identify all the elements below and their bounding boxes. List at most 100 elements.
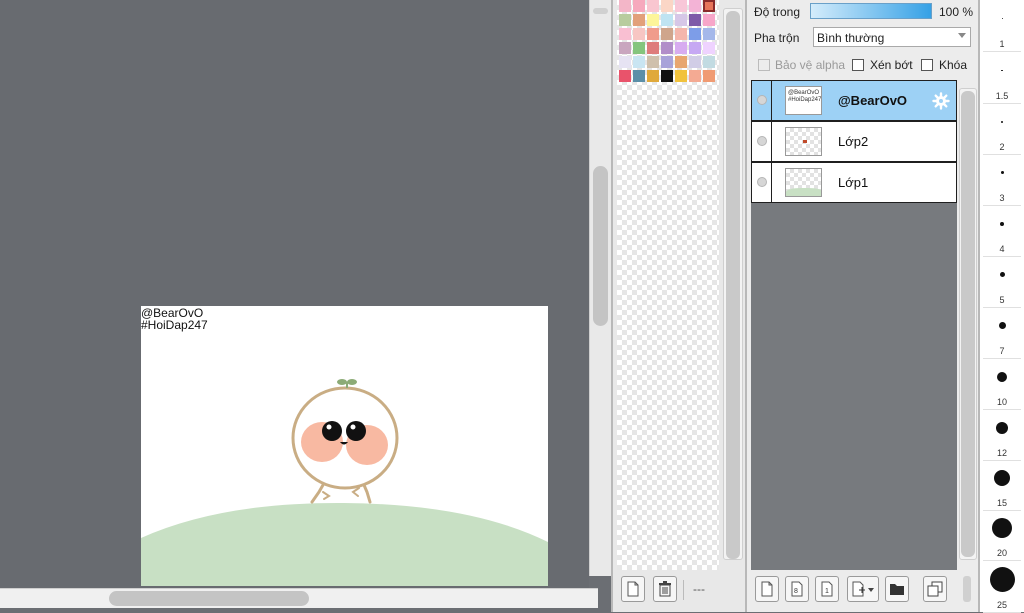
canvas-horizontal-scrollbar[interactable] xyxy=(0,588,598,608)
color-swatch[interactable] xyxy=(675,0,687,12)
lock-checkbox[interactable] xyxy=(921,59,933,71)
canvas-vertical-scrollbar[interactable] xyxy=(589,0,611,576)
layer-name: Lớp1 xyxy=(838,175,869,190)
canvas-vertical-scroll-thumb[interactable] xyxy=(593,166,608,326)
color-swatch[interactable] xyxy=(647,70,659,82)
duplicate-icon xyxy=(927,581,943,597)
brush-size-dot xyxy=(999,272,1005,277)
visibility-eye-icon[interactable] xyxy=(757,136,767,146)
duplicate-layer-button[interactable] xyxy=(923,576,947,602)
clip-checkbox[interactable] xyxy=(852,59,864,71)
artwork-canvas[interactable]: @BearOvO #HoiDap247 xyxy=(141,306,548,586)
brush-size-label: 3 xyxy=(999,193,1005,203)
color-swatch[interactable] xyxy=(689,70,701,82)
gear-icon[interactable] xyxy=(932,92,950,110)
color-swatch[interactable] xyxy=(703,70,715,82)
color-swatch[interactable] xyxy=(633,42,645,54)
new-folder-button[interactable] xyxy=(885,576,909,602)
color-swatch[interactable] xyxy=(633,0,645,12)
color-swatch[interactable] xyxy=(689,28,701,40)
delete-color-button[interactable] xyxy=(653,576,677,602)
color-swatch[interactable] xyxy=(647,42,659,54)
color-swatch[interactable] xyxy=(633,70,645,82)
color-swatch[interactable] xyxy=(703,14,715,26)
brush-size-dot xyxy=(1000,221,1004,226)
color-swatch[interactable] xyxy=(675,28,687,40)
blend-mode-select[interactable]: Bình thường xyxy=(813,27,971,47)
brush-size-option[interactable]: 1 xyxy=(980,0,1024,52)
color-swatch[interactable] xyxy=(619,56,631,68)
color-swatch[interactable] xyxy=(633,56,645,68)
layer-thumbnail-text: @BearOvO xyxy=(788,90,820,96)
color-swatch[interactable] xyxy=(619,0,631,12)
new-layer-button[interactable] xyxy=(755,576,779,602)
left-arm xyxy=(322,491,331,500)
opacity-label: Độ trong xyxy=(754,5,801,19)
color-swatch[interactable] xyxy=(703,42,715,54)
clip-label: Xén bớt xyxy=(870,58,913,72)
add-layer-dropdown-button[interactable] xyxy=(847,576,879,602)
brush-size-option[interactable]: 5 xyxy=(980,256,1024,308)
eye-left xyxy=(322,421,342,441)
new-page-icon xyxy=(761,581,773,597)
visibility-eye-icon[interactable] xyxy=(757,95,767,105)
palette-vertical-scrollbar[interactable] xyxy=(723,8,743,560)
color-swatch[interactable] xyxy=(703,0,715,12)
color-swatch[interactable] xyxy=(619,42,631,54)
new-layer-1bit-button[interactable]: 1 xyxy=(815,576,839,602)
color-swatch[interactable] xyxy=(675,42,687,54)
brush-size-label: 2 xyxy=(999,142,1005,152)
protect-alpha-checkbox[interactable] xyxy=(758,59,770,71)
brush-size-option[interactable]: 25 xyxy=(980,560,1024,613)
color-swatch[interactable] xyxy=(703,56,715,68)
color-swatch[interactable] xyxy=(675,56,687,68)
layer-name: @BearOvO xyxy=(838,93,908,108)
new-layer-8bit-button[interactable]: 8 xyxy=(785,576,809,602)
color-swatch[interactable] xyxy=(647,14,659,26)
brush-size-option[interactable]: 20 xyxy=(980,510,1024,561)
layer-row-lop2[interactable]: Lớp2 xyxy=(751,121,957,162)
layer-row-lop1[interactable]: Lớp1 xyxy=(751,162,957,203)
color-swatch[interactable] xyxy=(633,14,645,26)
opacity-slider[interactable] xyxy=(810,3,932,19)
color-swatch[interactable] xyxy=(619,28,631,40)
brush-size-option[interactable]: 4 xyxy=(980,205,1024,257)
color-swatch[interactable] xyxy=(703,28,715,40)
color-swatch[interactable] xyxy=(661,14,673,26)
new-palette-button[interactable] xyxy=(621,576,645,602)
color-swatch[interactable] xyxy=(619,14,631,26)
color-swatch[interactable] xyxy=(647,28,659,40)
color-swatch[interactable] xyxy=(661,70,673,82)
color-swatch[interactable] xyxy=(689,0,701,12)
color-swatch[interactable] xyxy=(689,42,701,54)
canvas-horizontal-scroll-thumb[interactable] xyxy=(109,591,309,606)
layer-toolbar-scroll[interactable] xyxy=(963,576,971,602)
color-swatch[interactable] xyxy=(675,70,687,82)
color-swatch[interactable] xyxy=(647,56,659,68)
brush-size-option[interactable]: 1.5 xyxy=(980,52,1024,104)
color-swatch[interactable] xyxy=(661,28,673,40)
brush-size-option[interactable]: 10 xyxy=(980,358,1024,410)
visibility-eye-icon[interactable] xyxy=(757,177,767,187)
page-1-icon: 1 xyxy=(821,581,833,597)
brush-size-option[interactable]: 3 xyxy=(980,154,1024,206)
svg-text:1: 1 xyxy=(825,588,829,595)
color-swatch[interactable] xyxy=(661,0,673,12)
brush-size-option[interactable]: 7 xyxy=(980,307,1024,359)
layer-list-scroll-thumb[interactable] xyxy=(961,91,975,557)
brush-size-option[interactable]: 15 xyxy=(980,460,1024,511)
layer-row-bearovo[interactable]: @BearOvO #HoiDap247 @BearOvO xyxy=(751,80,957,121)
brush-size-option[interactable]: 12 xyxy=(980,409,1024,461)
layer-list-scrollbar[interactable] xyxy=(959,88,977,560)
color-swatch[interactable] xyxy=(647,0,659,12)
color-swatch[interactable] xyxy=(675,14,687,26)
color-swatch[interactable] xyxy=(661,56,673,68)
palette-scroll-thumb[interactable] xyxy=(726,11,740,559)
color-swatch[interactable] xyxy=(633,28,645,40)
canvas-viewport[interactable]: @BearOvO #HoiDap247 xyxy=(0,0,589,588)
color-swatch[interactable] xyxy=(619,70,631,82)
color-swatch[interactable] xyxy=(661,42,673,54)
color-swatch[interactable] xyxy=(689,56,701,68)
brush-size-option[interactable]: 2 xyxy=(980,103,1024,155)
color-swatch[interactable] xyxy=(689,14,701,26)
